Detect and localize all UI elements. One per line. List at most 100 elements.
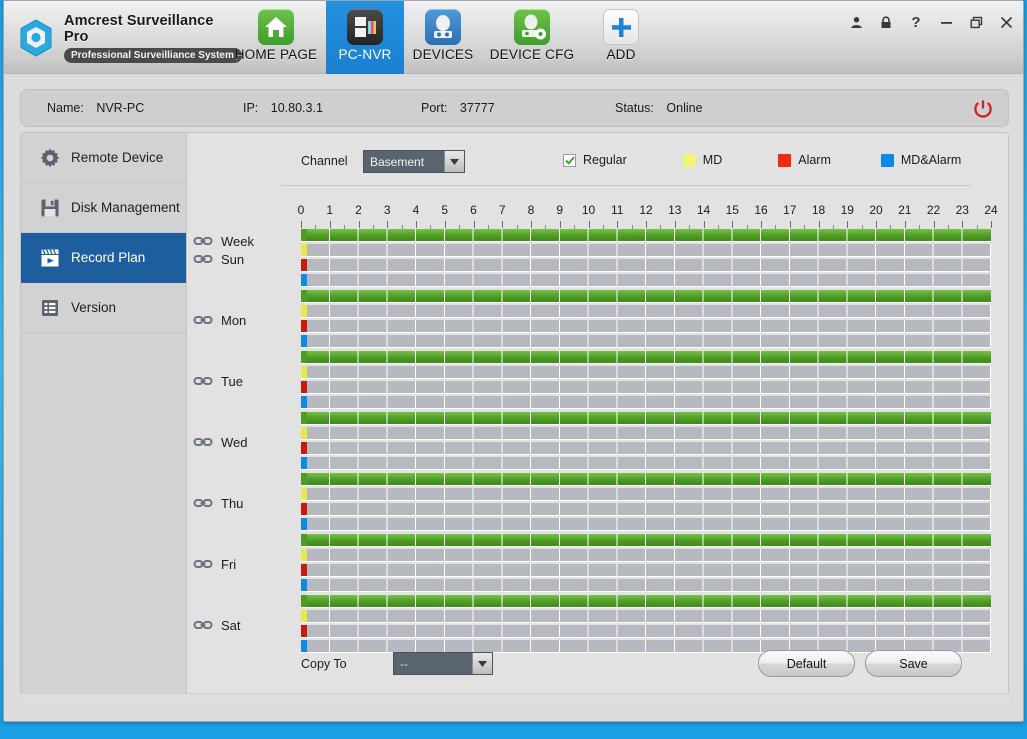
track-alarm[interactable]: [301, 320, 991, 333]
track-md[interactable]: [301, 610, 991, 623]
day-name: Sun: [221, 251, 245, 267]
day-tracks: [301, 229, 991, 289]
axis-tick-mark: [818, 221, 820, 228]
axis-tick-mark: [933, 221, 935, 228]
tab-device-cfg[interactable]: DEVICE CFG: [482, 1, 582, 74]
minimize-icon[interactable]: [939, 15, 953, 29]
day-row: Sun: [193, 229, 991, 290]
track-grid: [301, 442, 990, 454]
track-alarm[interactable]: [301, 442, 991, 455]
axis-tick-label: 7: [498, 203, 506, 217]
axis-tick-mark: [703, 221, 705, 228]
day-row: Fri: [193, 534, 991, 595]
track-regular[interactable]: [301, 412, 991, 425]
track-grid: [301, 473, 990, 485]
legend-item-md-alarm[interactable]: MD&Alarm: [880, 153, 961, 167]
axis-tick-mark: [732, 221, 734, 228]
track-md[interactable]: [301, 244, 991, 257]
axis-tick-label: 9: [556, 203, 564, 217]
track-md-alarm[interactable]: [301, 396, 991, 409]
axis-tick-mark: [473, 221, 475, 228]
tab-home-page-label: HOME PAGE: [234, 47, 318, 62]
sidebar-item-disk-management[interactable]: Disk Management: [21, 183, 186, 233]
track-regular[interactable]: [301, 351, 991, 364]
track-alarm[interactable]: [301, 564, 991, 577]
lock-icon[interactable]: [879, 15, 893, 29]
track-regular[interactable]: [301, 229, 991, 242]
checkbox-regular[interactable]: [563, 153, 576, 167]
legend-item-regular[interactable]: Regular: [563, 153, 627, 167]
track-md-alarm[interactable]: [301, 335, 991, 348]
axis-tick-mark: [617, 221, 619, 228]
channel-dropdown[interactable]: Basement: [363, 150, 465, 173]
track-md[interactable]: [301, 366, 991, 379]
track-md-alarm[interactable]: [301, 518, 991, 531]
schedule-timeline: 0 1 2 3 4 5 6 7 8 9 10 11 12 13 14 15 16 17 18 19 20 21 22 23 24…: [187, 193, 1010, 653]
day-label-thu[interactable]: Thu: [187, 491, 295, 515]
tab-add-label: ADD: [606, 47, 636, 62]
sidebar-item-record-plan[interactable]: Record Plan: [21, 233, 186, 283]
track-alarm[interactable]: [301, 259, 991, 272]
track-grid: [301, 503, 990, 515]
track-alarm[interactable]: [301, 625, 991, 638]
tab-add[interactable]: ADD: [582, 1, 660, 74]
axis-tick-label: 16: [754, 203, 768, 217]
save-button[interactable]: Save: [865, 650, 962, 677]
device-name-label: Name:: [47, 101, 84, 115]
legend-item-md[interactable]: MD: [682, 153, 722, 167]
chain-link-icon: [193, 374, 213, 388]
day-label-tue[interactable]: Tue: [187, 369, 295, 393]
track-grid: [301, 534, 990, 546]
track-alarm[interactable]: [301, 503, 991, 516]
week-row-label[interactable]: Week: [187, 229, 295, 253]
divider: [281, 185, 971, 186]
tab-home-page[interactable]: HOME PAGE: [226, 1, 326, 74]
day-tracks: [301, 290, 991, 350]
copy-to-dropdown[interactable]: --: [393, 652, 493, 675]
track-regular[interactable]: [301, 473, 991, 486]
legend-item-alarm[interactable]: Alarm: [778, 153, 831, 167]
axis-tick-mark: [559, 221, 561, 228]
device-port-label: Port:: [421, 101, 448, 115]
track-regular[interactable]: [301, 534, 991, 547]
axis-tick-mark: [358, 221, 360, 228]
day-label-wed[interactable]: Wed: [187, 430, 295, 454]
axis-tick-label: 17: [783, 203, 797, 217]
sidebar-item-version[interactable]: Version: [21, 283, 186, 333]
default-button[interactable]: Default: [758, 650, 855, 677]
home-icon: [258, 9, 294, 45]
restore-icon[interactable]: [969, 15, 983, 29]
axis-tick-mark: [789, 221, 791, 228]
help-icon[interactable]: ?: [909, 15, 923, 30]
axis-tick-mark: [387, 221, 389, 228]
tab-devices[interactable]: DEVICES: [404, 1, 482, 74]
track-regular[interactable]: [301, 290, 991, 303]
legend-swatch-md: [682, 153, 696, 167]
track-md-alarm[interactable]: [301, 579, 991, 592]
power-icon[interactable]: [972, 98, 994, 120]
track-grid: [301, 335, 990, 347]
track-md-alarm[interactable]: [301, 457, 991, 470]
day-label-sat[interactable]: Sat: [187, 613, 295, 637]
user-account-icon[interactable]: [849, 15, 863, 29]
track-md[interactable]: [301, 549, 991, 562]
track-md-alarm[interactable]: [301, 274, 991, 287]
track-md[interactable]: [301, 427, 991, 440]
channel-control-row: Channel Basement Regular MD Alarm MD&Ala…: [187, 145, 1010, 181]
gear-icon: [39, 147, 61, 169]
day-label-fri[interactable]: Fri: [187, 552, 295, 576]
day-label-mon[interactable]: Mon: [187, 308, 295, 332]
axis-tick-mark: [904, 221, 906, 228]
sidebar-item-remote-device[interactable]: Remote Device: [21, 133, 186, 183]
close-icon[interactable]: [999, 15, 1013, 29]
week-label: Week: [221, 233, 254, 249]
track-regular[interactable]: [301, 595, 991, 608]
axis-tick-label: 20: [869, 203, 883, 217]
track-md[interactable]: [301, 488, 991, 501]
track-md[interactable]: [301, 305, 991, 318]
axis-tick-mark: [876, 221, 877, 228]
tab-pc-nvr[interactable]: PC-NVR: [326, 1, 404, 74]
chain-link-icon: [193, 557, 213, 571]
device-name-field: Name: NVR-PC: [47, 101, 144, 115]
track-alarm[interactable]: [301, 381, 991, 394]
